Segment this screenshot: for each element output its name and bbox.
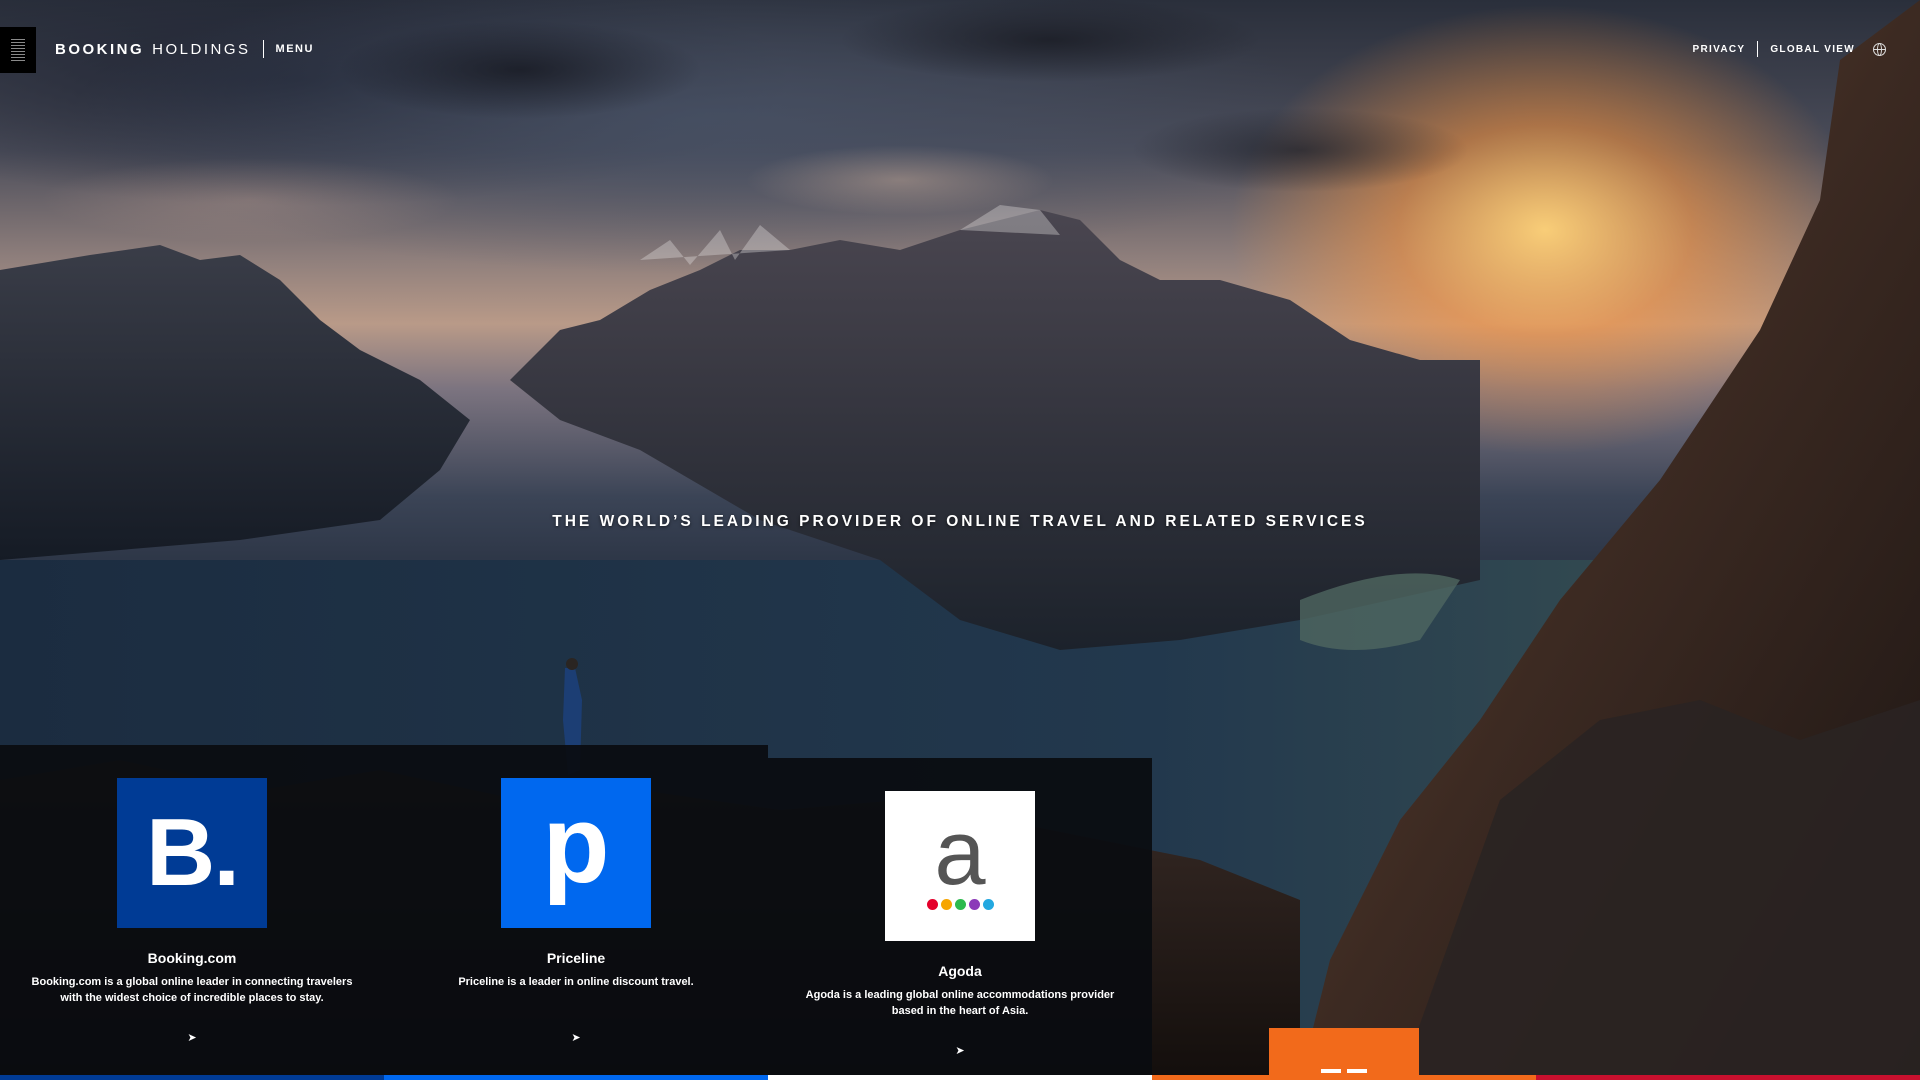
booking-arrow-icon[interactable]: ➤ [0, 1031, 384, 1044]
brand-name-agoda[interactable]: Agoda [768, 963, 1152, 979]
brand-name-booking[interactable]: Booking.com [0, 950, 384, 966]
logo-divider [262, 40, 264, 58]
nav-divider [1757, 41, 1759, 57]
brand-card-partial[interactable] [1269, 1028, 1419, 1080]
logo-mark[interactable] [0, 27, 36, 73]
agoda-logo-text: a [934, 801, 986, 904]
brand-desc-priceline: Priceline is a leader in online discount… [458, 976, 694, 988]
priceline-logo-icon[interactable]: p [501, 778, 651, 928]
brand-panel-left-bg [0, 745, 768, 1080]
brand-color-strip [0, 1075, 1920, 1080]
agoda-color-dots [926, 898, 994, 910]
privacy-link[interactable]: PRIVACY [1693, 44, 1746, 55]
booking-logo-text: B. [146, 799, 240, 906]
menu-button[interactable]: MENU [276, 43, 314, 55]
agoda-arrow-icon[interactable]: ➤ [768, 1044, 1152, 1057]
brand-desc-agoda: Agoda is a leading global online accommo… [805, 989, 1115, 1017]
logo-mark-icon [11, 39, 25, 61]
brand-name-priceline[interactable]: Priceline [384, 950, 768, 966]
logo-bold-text: BOOKING [55, 40, 145, 58]
hero-tagline: THE WORLD’S LEADING PROVIDER OF ONLINE T… [552, 513, 1368, 530]
top-nav: PRIVACY GLOBAL VIEW [1693, 41, 1886, 57]
logo-light-text: HOLDINGS [152, 40, 251, 58]
agoda-logo-icon[interactable]: a [885, 791, 1035, 941]
global-view-link[interactable]: GLOBAL VIEW [1770, 44, 1855, 55]
brand-desc-booking: Booking.com is a global online leader in… [31, 976, 353, 1004]
priceline-arrow-icon[interactable]: ➤ [384, 1031, 768, 1044]
booking-logo-icon[interactable]: B. [117, 778, 267, 928]
globe-icon[interactable] [1873, 42, 1886, 56]
site-logo[interactable]: BOOKING HOLDINGS MENU [55, 40, 314, 58]
priceline-logo-text: p [542, 782, 610, 906]
